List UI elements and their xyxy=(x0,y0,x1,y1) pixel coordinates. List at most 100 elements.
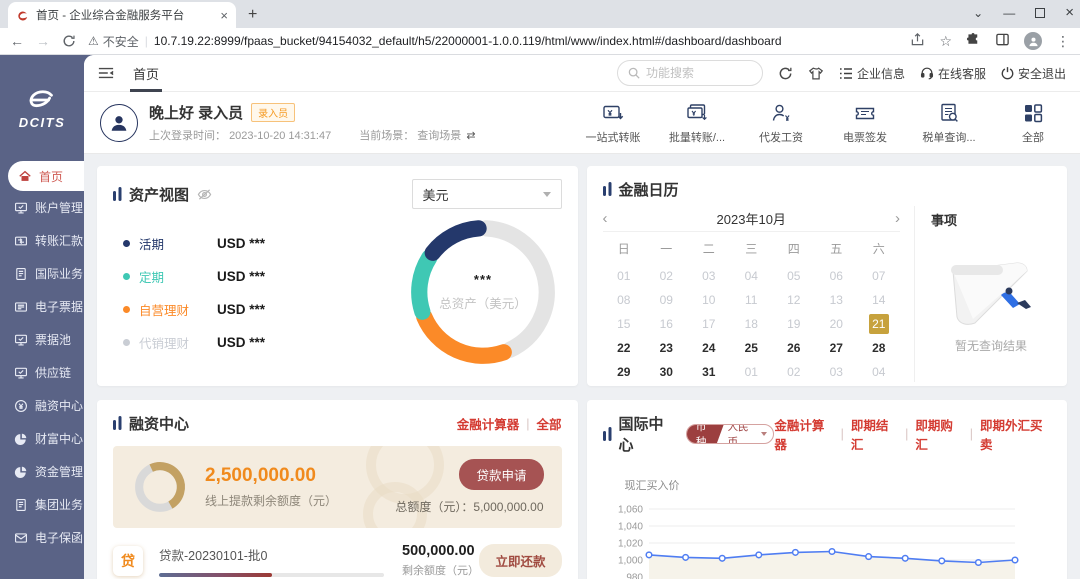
topbar-action-0[interactable]: 企业信息 xyxy=(839,65,905,82)
sidebar-item-1[interactable]: 账户管理 xyxy=(0,191,84,224)
calendar-day[interactable]: 04 xyxy=(730,266,773,286)
quick-action-0[interactable]: 一站式转账 xyxy=(582,101,644,145)
calendar-day[interactable]: 17 xyxy=(688,314,731,334)
calendar-day[interactable]: 06 xyxy=(815,266,858,286)
calendar-day[interactable]: 03 xyxy=(815,362,858,382)
calendar-day[interactable]: 11 xyxy=(730,290,773,310)
link-0[interactable]: 金融计算器 xyxy=(457,414,520,433)
calendar-day[interactable]: 13 xyxy=(815,290,858,310)
topbar-action-1[interactable]: 在线客服 xyxy=(920,65,986,82)
currency-kind-select[interactable]: 币种 人民币 xyxy=(686,424,775,444)
calendar-day[interactable]: 16 xyxy=(645,314,688,334)
sidebar-item-2[interactable]: 转账汇款 xyxy=(0,224,84,257)
browser-tab[interactable]: 首页 - 企业综合金融服务平台 × xyxy=(8,2,236,28)
sidebar-item-11[interactable]: 电子保函 xyxy=(0,521,84,554)
calendar-day[interactable]: 03 xyxy=(688,266,731,286)
calendar-day[interactable]: 01 xyxy=(730,362,773,382)
sidebar-item-label: 电子票据 xyxy=(35,298,83,315)
quick-action-5[interactable]: 全部 xyxy=(1002,101,1064,145)
sidebar-item-8[interactable]: 财富中心 xyxy=(0,422,84,455)
weekday-label: 四 xyxy=(773,237,816,262)
calendar-day[interactable]: 30 xyxy=(645,362,688,382)
collapse-menu-icon[interactable] xyxy=(98,66,114,80)
calendar-day[interactable]: 24 xyxy=(688,338,731,358)
sidebar-item-5[interactable]: 票据池 xyxy=(0,323,84,356)
function-search[interactable] xyxy=(617,60,763,86)
eye-slash-icon[interactable] xyxy=(197,188,212,201)
calendar-day[interactable]: 28 xyxy=(858,338,901,358)
sidebar-item-9[interactable]: 资金管理 xyxy=(0,455,84,488)
calendar-day[interactable]: 15 xyxy=(603,314,646,334)
share-icon[interactable] xyxy=(910,32,925,50)
sidebar-item-4[interactable]: 电子票据 xyxy=(0,290,84,323)
calendar-day[interactable]: 22 xyxy=(603,338,646,358)
theme-skin-icon[interactable] xyxy=(808,66,824,81)
calendar-day[interactable]: 10 xyxy=(688,290,731,310)
calendar-day[interactable]: 31 xyxy=(688,362,731,382)
calendar-day[interactable]: 05 xyxy=(773,266,816,286)
extensions-icon[interactable] xyxy=(966,32,981,50)
scene-switch-icon[interactable]: ⇄ xyxy=(466,130,475,142)
calendar-day[interactable]: 12 xyxy=(773,290,816,310)
user-avatar[interactable] xyxy=(100,104,138,142)
tab-close-icon[interactable]: × xyxy=(220,8,228,23)
sidebar-item-label: 融资中心 xyxy=(35,397,83,414)
browser-menu-icon[interactable]: ⋮ xyxy=(1056,33,1070,50)
calendar-next-icon[interactable]: › xyxy=(874,210,900,227)
calendar-day[interactable]: 20 xyxy=(815,314,858,334)
minimize-icon[interactable]: — xyxy=(1003,6,1015,20)
calendar-day[interactable]: 23 xyxy=(645,338,688,358)
split-screen-icon[interactable] xyxy=(995,32,1010,50)
currency-select[interactable]: 美元 xyxy=(412,179,562,209)
calendar-day[interactable]: 21 xyxy=(858,314,901,334)
quick-action-3[interactable]: 电票签发 xyxy=(834,101,896,145)
topbar-action-2[interactable]: 安全退出 xyxy=(1001,65,1066,82)
calendar-day[interactable]: 02 xyxy=(645,266,688,286)
calendar-prev-icon[interactable]: ‹ xyxy=(603,210,629,227)
intl-card-title: 国际中心 xyxy=(619,413,676,455)
window-menu-icon[interactable]: ⌄ xyxy=(973,6,983,20)
sidebar-item-10[interactable]: 集团业务 xyxy=(0,488,84,521)
calendar-day[interactable]: 08 xyxy=(603,290,646,310)
calendar-day[interactable]: 04 xyxy=(858,362,901,382)
loan-apply-button[interactable]: 贷款申请 xyxy=(459,459,543,490)
maximize-icon[interactable] xyxy=(1035,8,1045,18)
sidebar-item-6[interactable]: 供应链 xyxy=(0,356,84,389)
forward-icon[interactable]: → xyxy=(36,33,50,49)
calendar-day[interactable]: 27 xyxy=(815,338,858,358)
link-1[interactable]: 即期结汇 xyxy=(851,415,898,453)
quick-action-1[interactable]: 批量转账/... xyxy=(666,101,728,145)
calendar-day[interactable]: 25 xyxy=(730,338,773,358)
calendar-day[interactable]: 19 xyxy=(773,314,816,334)
svg-text:1,000: 1,000 xyxy=(617,556,642,567)
tab-home[interactable]: 首页 xyxy=(130,55,162,92)
calendar-day[interactable]: 09 xyxy=(645,290,688,310)
calendar-day[interactable]: 14 xyxy=(858,290,901,310)
reload-icon[interactable] xyxy=(62,34,76,48)
search-input[interactable] xyxy=(646,66,746,80)
calendar-day[interactable]: 01 xyxy=(603,266,646,286)
calendar-day[interactable]: 02 xyxy=(773,362,816,382)
sidebar-item-3[interactable]: 国际业务 xyxy=(0,257,84,290)
calendar-day[interactable]: 29 xyxy=(603,362,646,382)
sidebar-item-7[interactable]: 融资中心 xyxy=(0,389,84,422)
sidebar-item-0[interactable]: 首页 xyxy=(8,161,84,191)
calendar-day[interactable]: 26 xyxy=(773,338,816,358)
batch-transfer-icon xyxy=(686,101,708,125)
window-close-icon[interactable]: × xyxy=(1065,4,1074,21)
link-3[interactable]: 即期外汇买卖 xyxy=(980,415,1051,453)
bookmark-star-icon[interactable]: ☆ xyxy=(939,33,952,50)
repay-now-button[interactable]: 立即还款 xyxy=(479,544,561,577)
link-0[interactable]: 金融计算器 xyxy=(774,415,833,453)
address-bar[interactable]: ⚠ 不安全 | 10.7.19.22:8999/fpaas_bucket/941… xyxy=(88,33,898,50)
quick-action-4[interactable]: 税单查询... xyxy=(918,101,980,145)
back-icon[interactable]: ← xyxy=(10,33,24,49)
link-2[interactable]: 即期购汇 xyxy=(915,415,962,453)
browser-profile-icon[interactable] xyxy=(1024,32,1042,50)
link-1[interactable]: 全部 xyxy=(536,414,561,433)
calendar-day[interactable]: 07 xyxy=(858,266,901,286)
quick-action-2[interactable]: 代发工资 xyxy=(750,101,812,145)
calendar-day[interactable]: 18 xyxy=(730,314,773,334)
new-tab-button[interactable]: + xyxy=(248,6,257,24)
refresh-icon[interactable] xyxy=(778,66,793,81)
